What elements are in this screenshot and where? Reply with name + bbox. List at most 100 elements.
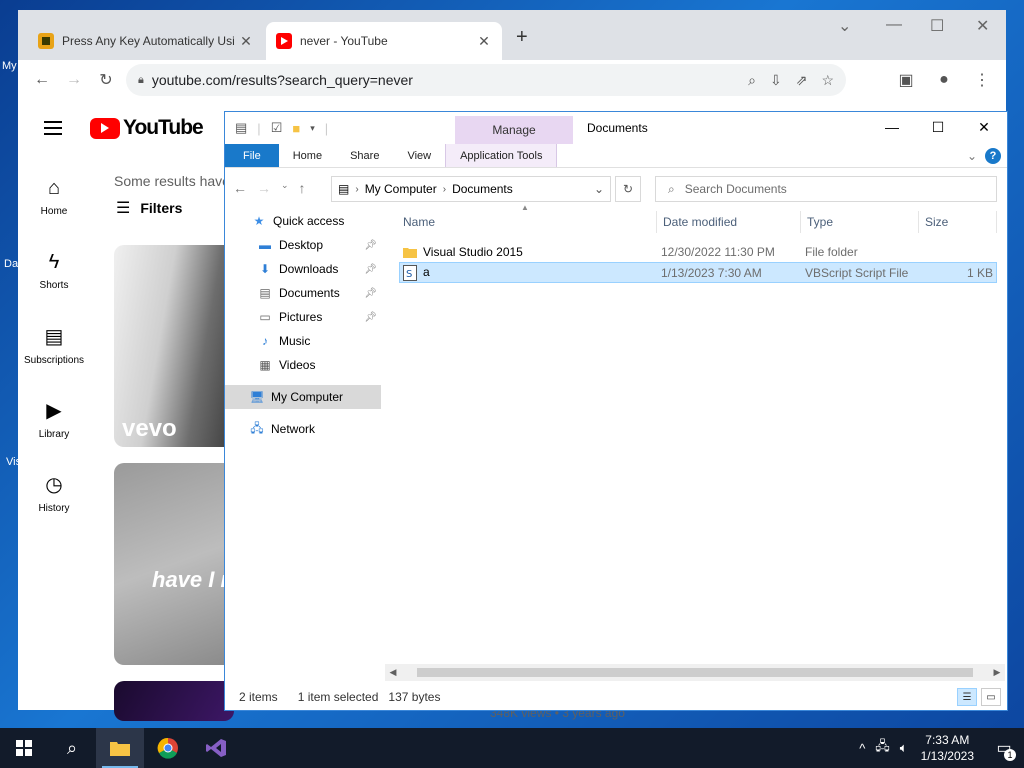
- nav-shorts[interactable]: ϟ Shorts: [18, 234, 90, 308]
- help-icon[interactable]: ?: [985, 148, 1001, 164]
- desktop-icon-label[interactable]: Da: [4, 258, 18, 270]
- explorer-address-bar[interactable]: ▤ › My Computer › Documents ⌄: [331, 176, 611, 202]
- file-type: File folder: [805, 244, 858, 259]
- profile-avatar-icon[interactable]: ●: [928, 64, 960, 96]
- recent-locations-icon[interactable]: ⌄: [281, 180, 289, 196]
- breadcrumb-chevron-icon[interactable]: ›: [443, 184, 446, 195]
- file-row[interactable]: Visual Studio 2015 12/30/2022 11:30 PM F…: [399, 241, 997, 262]
- nav-subscriptions[interactable]: ▤ Subscriptions: [18, 308, 90, 382]
- search-documents-input[interactable]: ⌕ Search Documents: [655, 176, 997, 202]
- breadcrumb-chevron-icon[interactable]: ›: [355, 184, 358, 195]
- search-icon[interactable]: ⌕: [48, 728, 96, 768]
- nav-my-computer[interactable]: 🖥︎ My Computer: [225, 385, 381, 409]
- scroll-right-icon[interactable]: ▶: [989, 667, 1005, 678]
- address-bar[interactable]: 🔒︎ youtube.com/results?search_query=neve…: [126, 64, 846, 96]
- forward-icon[interactable]: →: [58, 64, 90, 96]
- large-icons-view-icon[interactable]: ▭: [981, 688, 1001, 706]
- action-center-icon[interactable]: ▭ 1: [984, 728, 1024, 768]
- close-window-icon[interactable]: ✕: [976, 16, 989, 36]
- scrollbar-thumb[interactable]: [417, 668, 973, 677]
- network-icon: 🖧︎: [250, 420, 264, 435]
- breadcrumb-documents[interactable]: Documents: [452, 182, 513, 196]
- thumbnail-text: vevo: [122, 415, 177, 442]
- ribbon-tab-application-tools[interactable]: Application Tools: [445, 144, 558, 167]
- nav-documents[interactable]: ▤ Documents 📌︎: [225, 281, 381, 305]
- ribbon-tab-view[interactable]: View: [393, 144, 445, 167]
- customize-qat-icon[interactable]: ▾: [310, 123, 315, 134]
- hamburger-menu-icon[interactable]: [44, 121, 62, 135]
- share-icon[interactable]: ⇗: [796, 72, 808, 89]
- horizontal-scrollbar[interactable]: ◀ ▶: [385, 664, 1005, 681]
- youtube-logo-text: YouTube: [123, 116, 204, 139]
- youtube-logo[interactable]: YouTube: [90, 116, 204, 140]
- breadcrumb-my-computer[interactable]: My Computer: [365, 182, 437, 196]
- maximize-icon[interactable]: ☐: [915, 112, 961, 142]
- expand-ribbon-icon[interactable]: ⌄: [967, 149, 977, 163]
- file-row[interactable]: Sa 1/13/2023 7:30 AM VBScript Script Fil…: [399, 262, 997, 283]
- explorer-title-bar: ▤ | ☑ ■ ▾ | Manage Documents — ☐ ✕: [225, 112, 1007, 144]
- nav-desktop[interactable]: ▬ Desktop 📌︎: [225, 233, 381, 257]
- menu-kebab-icon[interactable]: ⋮: [966, 64, 998, 96]
- side-panel-icon[interactable]: ▣: [890, 64, 922, 96]
- video-thumbnail[interactable]: vevo: [114, 245, 234, 447]
- column-name[interactable]: Name: [397, 211, 657, 233]
- maximize-icon[interactable]: ☐: [930, 16, 944, 36]
- nav-network[interactable]: 🖧︎ Network: [225, 417, 381, 441]
- start-button[interactable]: [0, 728, 48, 768]
- nav-downloads[interactable]: ⬇ Downloads 📌︎: [225, 257, 381, 281]
- column-size[interactable]: Size: [919, 211, 997, 233]
- nav-pictures[interactable]: ▭ Pictures 📌︎: [225, 305, 381, 329]
- properties-icon[interactable]: ▤: [235, 120, 247, 136]
- show-hidden-icons-icon[interactable]: ^: [859, 741, 865, 756]
- scroll-left-icon[interactable]: ◀: [385, 667, 401, 678]
- refresh-icon[interactable]: ↻: [615, 176, 641, 202]
- tab-youtube[interactable]: never - YouTube ✕: [266, 22, 502, 60]
- checkbox-icon[interactable]: ☑: [271, 120, 283, 136]
- details-view-icon[interactable]: ☰: [957, 688, 977, 706]
- volume-icon[interactable]: 🔈︎: [900, 740, 908, 756]
- ribbon-tab-share[interactable]: Share: [336, 144, 393, 167]
- notification-count-badge: 1: [1004, 749, 1016, 761]
- clock[interactable]: 7:33 AM 1/13/2023: [921, 732, 974, 764]
- folder-icon: [110, 742, 130, 756]
- visual-studio-taskbar-icon[interactable]: [192, 728, 240, 768]
- desktop-icon: ▬: [259, 238, 271, 252]
- nav-history[interactable]: ◷ History: [18, 456, 90, 530]
- manage-context-tab[interactable]: Manage: [455, 116, 573, 144]
- close-tab-icon[interactable]: ✕: [238, 33, 254, 50]
- up-icon[interactable]: ↑: [299, 180, 306, 196]
- new-tab-icon[interactable]: +: [516, 26, 528, 49]
- bookmark-star-icon[interactable]: ☆: [821, 72, 834, 89]
- desktop-icon-label[interactable]: My: [2, 60, 17, 72]
- network-status-icon[interactable]: 🖧︎: [875, 737, 890, 759]
- nav-quick-access[interactable]: ★ Quick access: [225, 209, 381, 233]
- column-type[interactable]: Type: [801, 211, 919, 233]
- ribbon-tab-home[interactable]: Home: [279, 144, 336, 167]
- back-icon[interactable]: ←: [26, 64, 58, 96]
- address-dropdown-icon[interactable]: ⌄: [594, 182, 604, 196]
- tab-press-any-key[interactable]: Press Any Key Automatically Usi ✕: [28, 22, 264, 60]
- nav-library[interactable]: ▶︎ Library: [18, 382, 90, 456]
- ribbon-tab-file[interactable]: File: [225, 144, 279, 167]
- back-icon[interactable]: ←: [233, 180, 247, 196]
- file-explorer-taskbar-icon[interactable]: [96, 728, 144, 768]
- close-tab-icon[interactable]: ✕: [476, 33, 492, 50]
- forward-icon[interactable]: →: [257, 180, 271, 196]
- nav-home[interactable]: ⌂ Home: [18, 160, 90, 234]
- reload-icon[interactable]: ↻: [90, 64, 122, 96]
- minimize-icon[interactable]: —: [869, 112, 915, 142]
- search-icon[interactable]: ⌕: [748, 72, 756, 89]
- minimize-icon[interactable]: —: [886, 16, 902, 34]
- video-thumbnail[interactable]: [114, 681, 234, 721]
- column-date-modified[interactable]: Date modified: [657, 211, 801, 233]
- nav-music[interactable]: ♪ Music: [225, 329, 381, 353]
- video-thumbnail[interactable]: have I n: [114, 463, 234, 665]
- tab-search-chevron-icon[interactable]: ⌄: [838, 16, 851, 36]
- nav-videos[interactable]: ▦ Videos: [225, 353, 381, 377]
- close-icon[interactable]: ✕: [961, 112, 1007, 142]
- filters-button[interactable]: ☰ Filters: [116, 198, 182, 218]
- install-icon[interactable]: ⇩: [770, 72, 782, 89]
- chrome-taskbar-icon[interactable]: [144, 728, 192, 768]
- new-folder-icon[interactable]: ■: [292, 121, 300, 136]
- lock-icon[interactable]: 🔒︎: [138, 74, 144, 87]
